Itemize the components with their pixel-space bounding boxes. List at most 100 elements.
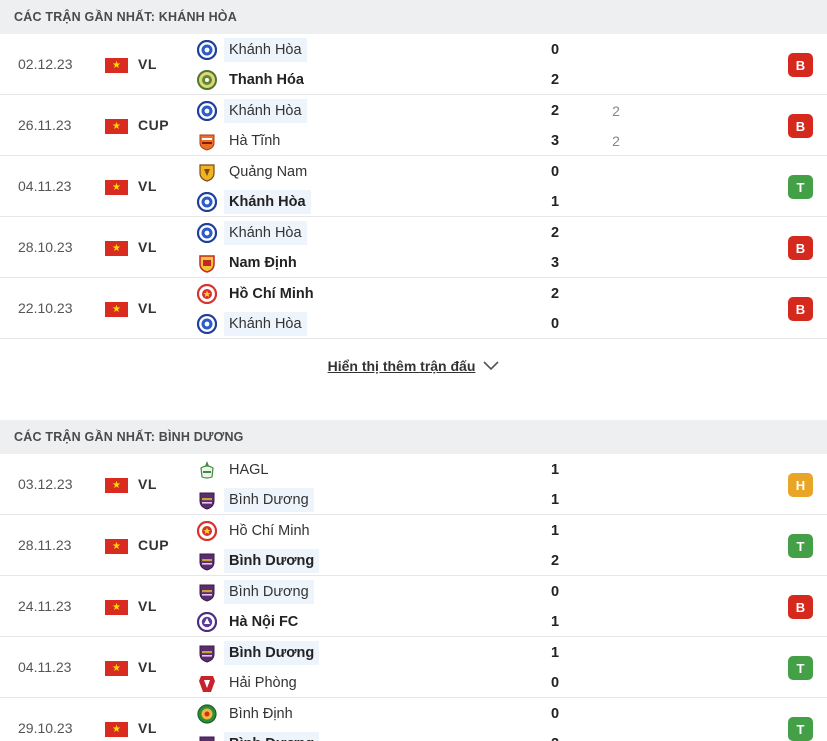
result-badge: B	[788, 595, 813, 619]
match-row[interactable]: 04.11.23 ★ VL Quảng Nam Khánh Hòa 0 1 T	[0, 156, 827, 217]
vietnam-flag-icon: ★	[105, 180, 128, 195]
hatinh-logo-icon	[196, 130, 218, 152]
away-penalty-score	[606, 549, 626, 573]
namdinh-logo-icon	[196, 252, 218, 274]
match-row[interactable]: 04.11.23 ★ VL Bình Dương Hải Phòng 1 0 T	[0, 637, 827, 698]
binhduong-logo-icon	[196, 550, 218, 572]
show-more-link[interactable]: Hiển thị thêm trận đấu	[328, 358, 500, 374]
home-team-name: Hồ Chí Minh	[229, 286, 314, 302]
home-team[interactable]: Bình Dương	[196, 580, 314, 604]
away-score: 1	[550, 614, 560, 630]
result-badge: T	[788, 717, 813, 741]
home-score: 2	[550, 225, 560, 241]
binhdinh-logo-icon	[196, 703, 218, 725]
home-penalty-score: 2	[612, 103, 620, 119]
competition-label: VL	[138, 300, 157, 316]
match-date: 29.10.23	[18, 720, 73, 736]
section-header: CÁC TRẬN GẦN NHẤT: BÌNH DƯƠNG	[0, 420, 827, 454]
away-team[interactable]: Khánh Hòa	[196, 190, 311, 214]
home-team[interactable]: Hồ Chí Minh	[196, 282, 319, 306]
home-team-name: Bình Định	[229, 706, 293, 722]
away-team[interactable]: Khánh Hòa	[196, 312, 307, 336]
recent-matches-page: CÁC TRẬN GẦN NHẤT: KHÁNH HÒA 02.12.23 ★ …	[0, 0, 827, 741]
home-penalty-score	[606, 160, 626, 184]
section-gap	[0, 393, 827, 420]
away-penalty-score	[606, 732, 626, 741]
khanhhoa-logo-icon	[196, 39, 218, 61]
match-row[interactable]: 24.11.23 ★ VL Bình Dương Hà Nội FC 0 1 B	[0, 576, 827, 637]
away-team[interactable]: Nam Định	[196, 251, 302, 275]
section-title: CÁC TRẬN GẦN NHẤT: KHÁNH HÒA	[14, 10, 237, 24]
away-penalty-score	[606, 68, 626, 92]
khanhhoa-logo-icon	[196, 100, 218, 122]
home-team-name: HAGL	[229, 462, 269, 478]
away-team[interactable]: Bình Dương	[196, 549, 320, 573]
section-header: CÁC TRẬN GẦN NHẤT: KHÁNH HÒA	[0, 0, 827, 34]
away-penalty-score	[606, 610, 626, 634]
match-date: 26.11.23	[18, 117, 72, 133]
match-date: 22.10.23	[18, 300, 73, 316]
competition-label: VL	[138, 598, 157, 614]
home-team[interactable]: Khánh Hòa	[196, 221, 307, 245]
away-team[interactable]: Bình Dương	[196, 488, 314, 512]
home-team-name: Khánh Hòa	[224, 38, 307, 62]
home-team[interactable]: HAGL	[196, 458, 274, 482]
home-score: 0	[550, 164, 560, 180]
away-score: 0	[550, 316, 560, 332]
result-badge: B	[788, 53, 813, 77]
home-team[interactable]: Hồ Chí Minh	[196, 519, 315, 543]
away-score: 2	[545, 732, 565, 741]
match-date: 28.10.23	[18, 239, 73, 255]
vietnam-flag-icon: ★	[105, 119, 128, 134]
match-row[interactable]: 29.10.23 ★ VL Bình Định Bình Dương 0 2 T	[0, 698, 827, 741]
away-team-name: Bình Dương	[224, 549, 320, 573]
competition-label: VL	[138, 476, 157, 492]
home-team[interactable]: Khánh Hòa	[196, 38, 307, 62]
match-row[interactable]: 26.11.23 ★ CUP Khánh Hòa Hà Tĩnh 2 3 2 2…	[0, 95, 827, 156]
away-team[interactable]: Hà Nội FC	[196, 610, 303, 634]
away-team-name: Khánh Hòa	[224, 312, 307, 336]
match-row[interactable]: 28.11.23 ★ CUP Hồ Chí Minh Bình Dương 1 …	[0, 515, 827, 576]
away-penalty-score: 2	[612, 133, 620, 149]
binhduong-logo-icon	[196, 733, 218, 741]
away-score: 2	[550, 72, 560, 88]
away-team[interactable]: Hải Phòng	[196, 671, 302, 695]
away-team[interactable]: Bình Dương	[196, 732, 320, 741]
away-team-name: Hà Nội FC	[229, 614, 299, 630]
competition-label: VL	[138, 720, 157, 736]
home-penalty-score	[606, 38, 626, 62]
match-row[interactable]: 28.10.23 ★ VL Khánh Hòa Nam Định 2 3 B	[0, 217, 827, 278]
home-team-name: Khánh Hòa	[224, 99, 307, 123]
match-row[interactable]: 02.12.23 ★ VL Khánh Hòa Thanh Hóa 0 2 B	[0, 34, 827, 95]
competition-label: CUP	[138, 117, 170, 133]
thanhhoa-logo-icon	[196, 69, 218, 91]
home-score: 0	[550, 706, 560, 722]
away-team[interactable]: Thanh Hóa	[196, 68, 309, 92]
home-team[interactable]: Quảng Nam	[196, 160, 312, 184]
binhduong-logo-icon	[196, 581, 218, 603]
vietnam-flag-icon: ★	[105, 539, 128, 554]
result-badge: B	[788, 236, 813, 260]
home-team[interactable]: Khánh Hòa	[196, 99, 307, 123]
match-date: 03.12.23	[18, 476, 73, 492]
home-team[interactable]: Bình Định	[196, 702, 298, 726]
match-row[interactable]: 22.10.23 ★ VL Hồ Chí Minh Khánh Hòa 2 0 …	[0, 278, 827, 339]
chevron-down-icon	[475, 358, 499, 374]
match-row[interactable]: 03.12.23 ★ VL HAGL Bình Dương 1 1 H	[0, 454, 827, 515]
match-date: 04.11.23	[18, 659, 72, 675]
khanhhoa-logo-icon	[196, 191, 218, 213]
competition-label: VL	[138, 56, 157, 72]
hanoi-logo-icon	[196, 611, 218, 633]
away-score: 1	[550, 194, 560, 210]
binhduong-logo-icon	[196, 489, 218, 511]
home-team-name: Quảng Nam	[229, 164, 308, 180]
home-team-name: Bình Dương	[224, 641, 320, 665]
home-team[interactable]: Bình Dương	[196, 641, 320, 665]
vietnam-flag-icon: ★	[105, 478, 128, 493]
vietnam-flag-icon: ★	[105, 302, 128, 317]
away-team[interactable]: Hà Tĩnh	[196, 129, 285, 153]
khanhhoa-logo-icon	[196, 222, 218, 244]
home-team-name: Hồ Chí Minh	[229, 523, 310, 539]
section-title: CÁC TRẬN GẦN NHẤT: BÌNH DƯƠNG	[14, 430, 244, 444]
vietnam-flag-icon: ★	[105, 722, 128, 737]
